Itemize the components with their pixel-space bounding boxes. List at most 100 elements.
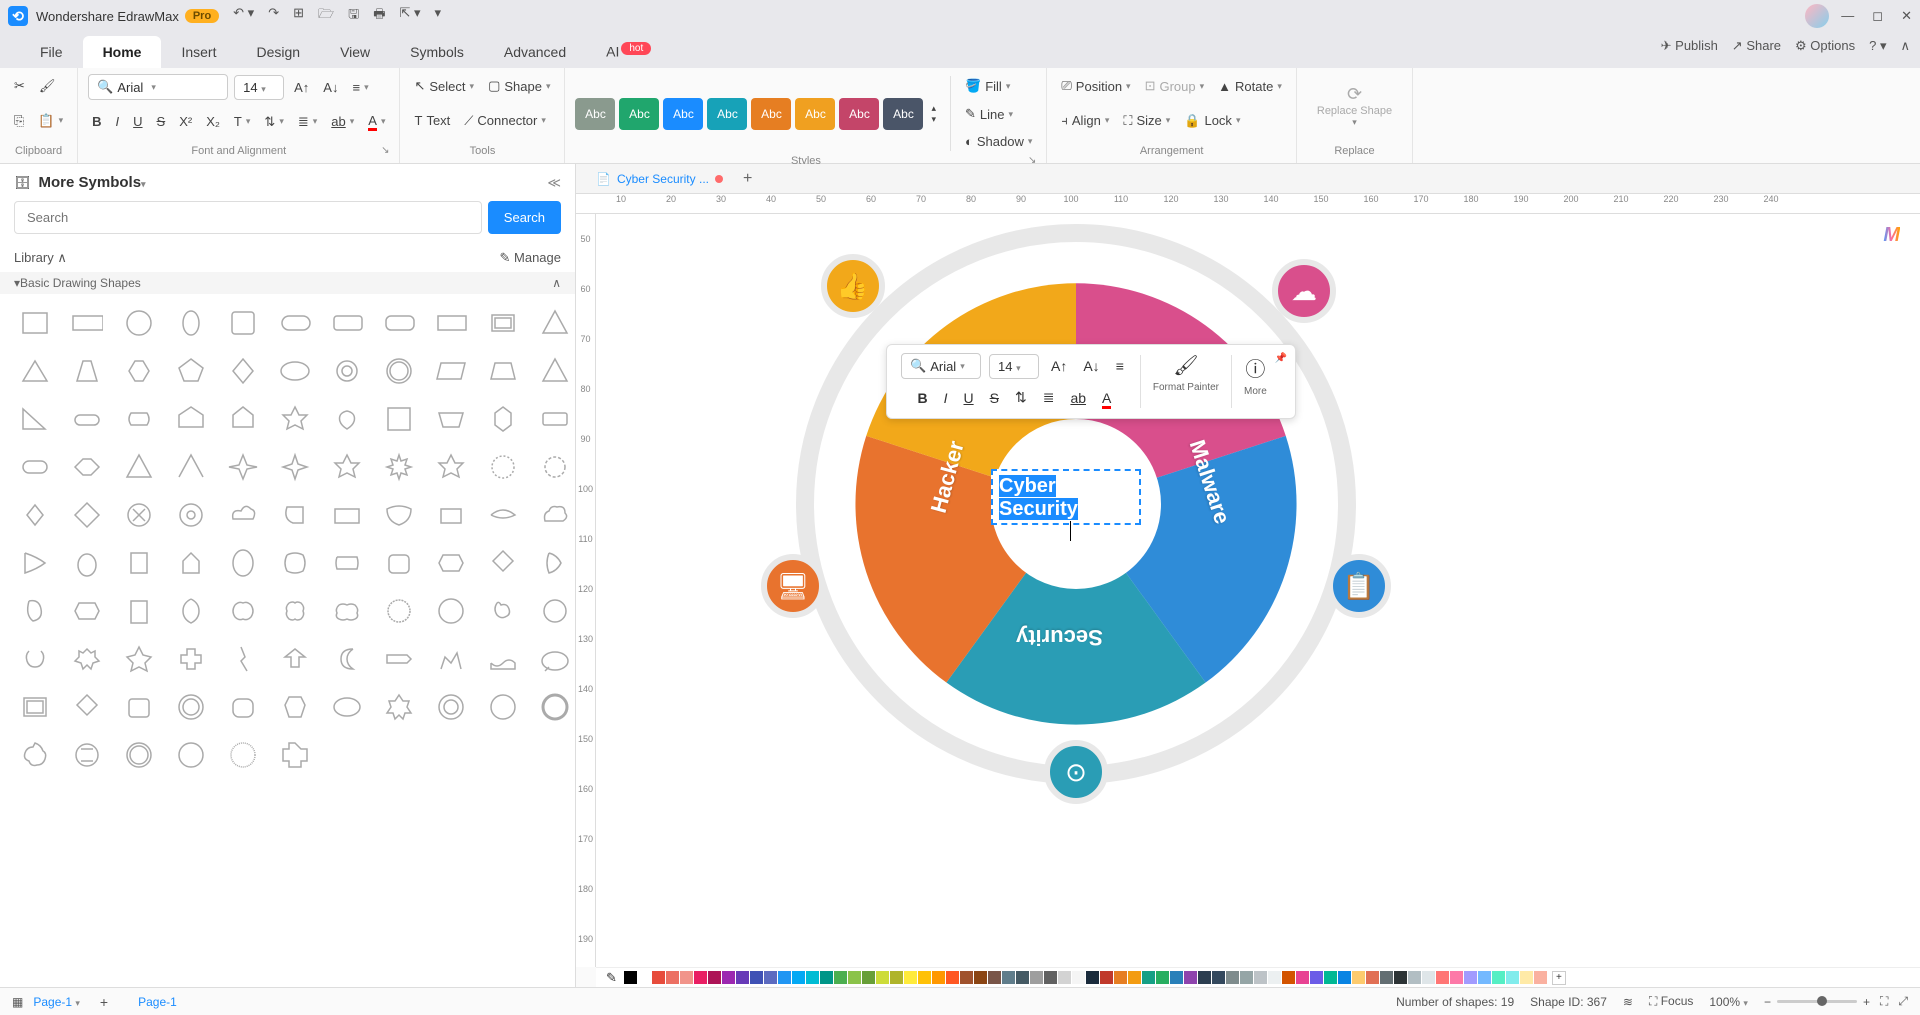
- color-swatch[interactable]: [1016, 971, 1029, 984]
- float-size-select[interactable]: 14 ▾: [989, 354, 1039, 379]
- shape-item[interactable]: [170, 640, 212, 678]
- paste-icon[interactable]: 📋▾: [34, 109, 67, 133]
- shape-item[interactable]: [66, 400, 108, 438]
- shape-item[interactable]: [170, 592, 212, 630]
- shape-item[interactable]: [274, 544, 316, 582]
- shape-item[interactable]: [534, 304, 575, 342]
- color-swatch[interactable]: [694, 971, 707, 984]
- color-swatch[interactable]: [904, 971, 917, 984]
- style-swatch-2[interactable]: Abc: [619, 98, 659, 130]
- new-icon[interactable]: ⊞: [291, 3, 306, 29]
- section-header[interactable]: ▾ Basic Drawing Shapes∧: [0, 272, 575, 294]
- color-swatch[interactable]: [1058, 971, 1071, 984]
- shape-item[interactable]: [534, 400, 575, 438]
- shape-item[interactable]: [482, 448, 524, 486]
- shape-item[interactable]: [430, 400, 472, 438]
- shape-item[interactable]: [14, 448, 56, 486]
- float-align-icon[interactable]: ≡: [1112, 354, 1128, 378]
- publish-button[interactable]: ✈ Publish: [1661, 38, 1718, 54]
- undo-icon[interactable]: ↶ ▾: [231, 3, 256, 29]
- shape-item[interactable]: [378, 592, 420, 630]
- strike-icon[interactable]: S: [153, 110, 170, 133]
- shape-item[interactable]: [482, 640, 524, 678]
- fullscreen-icon[interactable]: ⤢: [1898, 994, 1908, 1009]
- symbol-search-button[interactable]: Search: [488, 201, 561, 234]
- lock-button[interactable]: 🔒 Lock▾: [1180, 109, 1244, 133]
- shape-item[interactable]: [274, 448, 316, 486]
- copy-icon[interactable]: ⎘: [10, 109, 28, 133]
- shape-item[interactable]: [430, 448, 472, 486]
- color-swatch[interactable]: [652, 971, 665, 984]
- decrease-font-icon[interactable]: A↓: [319, 76, 342, 99]
- float-italic-icon[interactable]: I: [940, 386, 952, 410]
- color-swatch[interactable]: [1226, 971, 1239, 984]
- print-icon[interactable]: 🖶: [371, 3, 387, 29]
- color-swatch[interactable]: [764, 971, 777, 984]
- align-menu-icon[interactable]: ≡▾: [348, 76, 372, 99]
- color-swatch[interactable]: [848, 971, 861, 984]
- shape-item[interactable]: [274, 736, 316, 774]
- color-swatch[interactable]: [1170, 971, 1183, 984]
- add-color-button[interactable]: +: [1552, 971, 1566, 985]
- manage-button[interactable]: ✎ Manage: [500, 250, 562, 266]
- shape-item[interactable]: [118, 736, 160, 774]
- float-bold-icon[interactable]: B: [913, 386, 931, 410]
- shape-item[interactable]: [66, 496, 108, 534]
- shape-item[interactable]: [118, 400, 160, 438]
- pin-icon[interactable]: 📌: [1275, 353, 1287, 364]
- float-strike-icon[interactable]: S: [986, 386, 1003, 410]
- color-swatch[interactable]: [1030, 971, 1043, 984]
- color-swatch[interactable]: [1044, 971, 1057, 984]
- shape-item[interactable]: [378, 544, 420, 582]
- shape-item[interactable]: [66, 304, 108, 342]
- shape-item[interactable]: [118, 544, 160, 582]
- color-swatch[interactable]: [1324, 971, 1337, 984]
- font-size-select[interactable]: 14 ▾: [234, 75, 284, 100]
- shape-item[interactable]: [170, 400, 212, 438]
- subscript-icon[interactable]: X₂: [202, 110, 224, 133]
- maximize-icon[interactable]: ◻: [1872, 8, 1883, 24]
- shape-item[interactable]: [326, 304, 368, 342]
- color-swatch[interactable]: [666, 971, 679, 984]
- color-swatch[interactable]: [1254, 971, 1267, 984]
- color-swatch[interactable]: [960, 971, 973, 984]
- color-swatch[interactable]: [1198, 971, 1211, 984]
- shape-item[interactable]: [274, 352, 316, 390]
- shadow-button[interactable]: ◐ Shadow ▾: [961, 130, 1036, 153]
- color-swatch[interactable]: [1184, 971, 1197, 984]
- close-icon[interactable]: ✕: [1901, 8, 1912, 24]
- float-bullets-icon[interactable]: ≣: [1039, 385, 1059, 410]
- shape-item[interactable]: [534, 352, 575, 390]
- float-ab-icon[interactable]: ab: [1066, 386, 1090, 410]
- layers-icon[interactable]: ≋: [1623, 995, 1633, 1009]
- shape-item[interactable]: [534, 496, 575, 534]
- color-swatch[interactable]: [820, 971, 833, 984]
- color-swatch[interactable]: [918, 971, 931, 984]
- color-swatch[interactable]: [1436, 971, 1449, 984]
- qat-more-icon[interactable]: ▾: [433, 3, 444, 29]
- shape-item[interactable]: [326, 496, 368, 534]
- redo-icon[interactable]: ↷: [266, 3, 281, 29]
- page-link[interactable]: Page-1: [138, 995, 177, 1009]
- style-swatch-3[interactable]: Abc: [663, 98, 703, 130]
- share-button[interactable]: ↗ Share: [1732, 38, 1781, 54]
- tab-home[interactable]: Home: [83, 36, 162, 68]
- page-select[interactable]: Page-1 ▾: [33, 995, 80, 1009]
- shape-item[interactable]: [222, 304, 264, 342]
- options-button[interactable]: ⚙ Options: [1795, 38, 1855, 54]
- shape-item[interactable]: [430, 592, 472, 630]
- zoom-value[interactable]: 100% ▾: [1709, 995, 1748, 1009]
- shape-item[interactable]: [482, 496, 524, 534]
- gallery-more-icon[interactable]: ▴▾: [927, 99, 940, 129]
- shape-item[interactable]: [118, 448, 160, 486]
- shape-item[interactable]: [378, 448, 420, 486]
- shape-item[interactable]: [274, 496, 316, 534]
- float-increase-font-icon[interactable]: A↑: [1047, 354, 1071, 378]
- float-spacing-icon[interactable]: ⇅: [1011, 385, 1031, 410]
- shape-item[interactable]: [274, 304, 316, 342]
- shape-item[interactable]: [118, 592, 160, 630]
- color-swatch[interactable]: [1338, 971, 1351, 984]
- shape-item[interactable]: [170, 736, 212, 774]
- color-swatch[interactable]: [778, 971, 791, 984]
- color-swatch[interactable]: [1282, 971, 1295, 984]
